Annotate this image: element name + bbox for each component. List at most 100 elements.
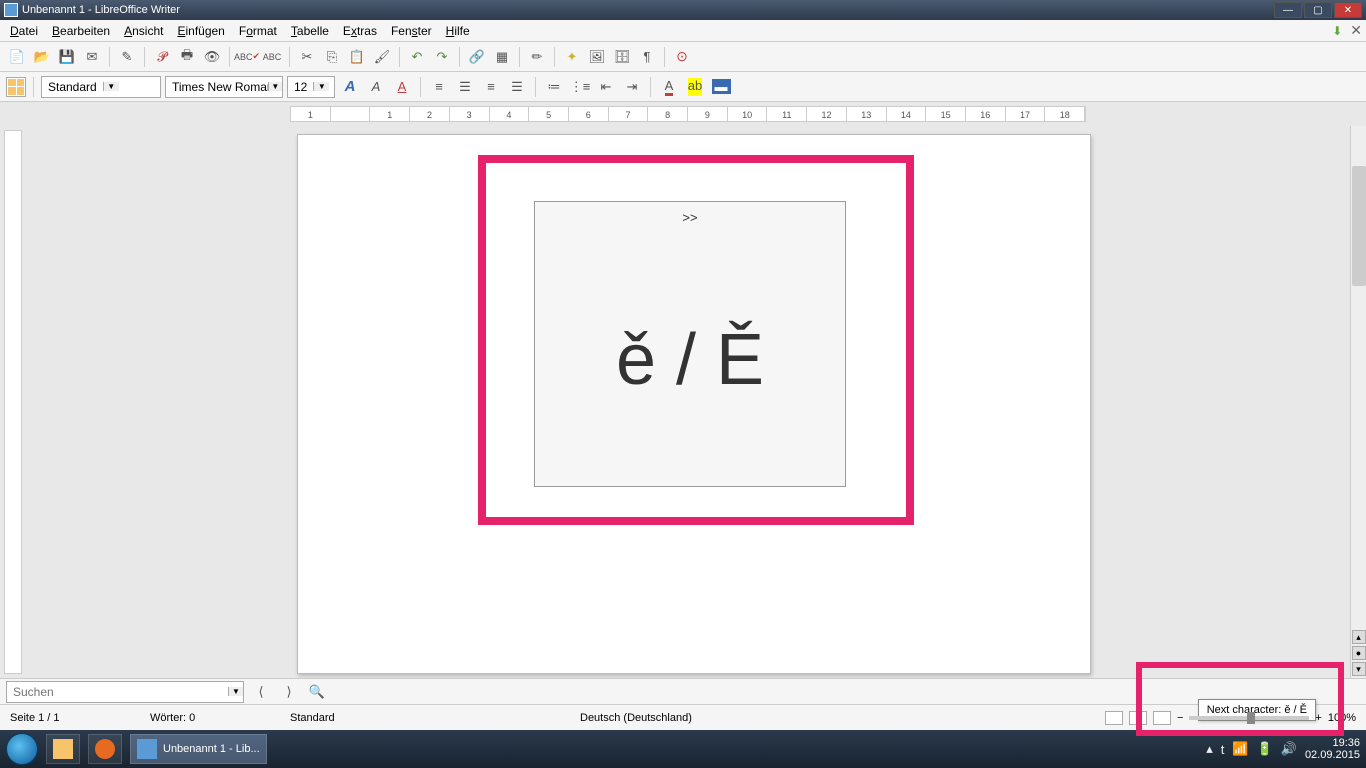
redo-button[interactable]: ↷ <box>431 46 453 68</box>
underline-button[interactable]: A <box>391 76 413 98</box>
numbered-list-button[interactable]: ≔ <box>543 76 565 98</box>
menu-edit[interactable]: Bearbeiten <box>46 22 116 40</box>
menu-window[interactable]: Fenster <box>385 22 438 40</box>
zoom-value[interactable]: 100% <box>1328 712 1356 724</box>
new-button[interactable]: 📄 <box>6 46 28 68</box>
align-justify-button[interactable]: ☰ <box>506 76 528 98</box>
format-paintbrush-button[interactable]: 🖌 <box>371 46 393 68</box>
zoom-in-button[interactable]: + <box>1315 712 1321 724</box>
menu-view[interactable]: Ansicht <box>118 22 169 40</box>
status-style: Standard <box>290 712 410 724</box>
view-single-button[interactable] <box>1105 711 1123 725</box>
clock-time: 19:36 <box>1305 737 1360 749</box>
background-color-button[interactable]: ▬ <box>710 76 732 98</box>
taskbar-libreoffice[interactable]: Unbenannt 1 - Lib... <box>130 734 267 764</box>
find-all-button[interactable]: 🔍 <box>306 681 328 703</box>
status-words: Wörter: 0 <box>150 712 270 724</box>
print-button[interactable]: 🖶 <box>176 46 198 68</box>
gallery-button[interactable]: 🖼 <box>586 46 608 68</box>
nonprinting-button[interactable]: ¶ <box>636 46 658 68</box>
highlight-button[interactable]: ab <box>684 76 706 98</box>
status-bar: Seite 1 / 1 Wörter: 0 Standard Deutsch (… <box>0 704 1366 730</box>
find-input[interactable]: ▼ <box>6 681 244 703</box>
edit-mode-button[interactable]: ✎ <box>116 46 138 68</box>
taskbar-firefox[interactable] <box>88 734 122 764</box>
spellcheck-button[interactable]: ABC✔ <box>236 46 258 68</box>
character-glyphs: ě / Ě <box>616 233 764 486</box>
vertical-ruler[interactable] <box>4 130 22 674</box>
table-button[interactable]: ▦ <box>491 46 513 68</box>
menu-help[interactable]: Hilfe <box>440 22 476 40</box>
update-icon[interactable]: ⬇ <box>1332 24 1342 38</box>
decrease-indent-button[interactable]: ⇤ <box>595 76 617 98</box>
zoom-out-button[interactable]: − <box>1177 712 1183 724</box>
find-prev-button[interactable]: ⟨ <box>250 681 272 703</box>
window-controls: — ▢ ✕ <box>1274 2 1362 18</box>
undo-button[interactable]: ↶ <box>406 46 428 68</box>
cut-button[interactable]: ✂ <box>296 46 318 68</box>
bold-button[interactable]: A <box>339 76 361 98</box>
vertical-scrollbar[interactable]: ▴ ● ▾ <box>1350 126 1366 678</box>
find-field[interactable] <box>7 685 228 699</box>
copy-button[interactable]: ⎘ <box>321 46 343 68</box>
help-button[interactable]: ⊙ <box>671 46 693 68</box>
autospell-button[interactable]: ABC <box>261 46 283 68</box>
drawing-button[interactable]: ✏ <box>526 46 548 68</box>
battery-icon[interactable]: 🔋 <box>1257 741 1273 757</box>
status-page: Seite 1 / 1 <box>10 712 130 724</box>
navigation-button[interactable]: ● <box>1352 646 1366 660</box>
taskbar-explorer[interactable] <box>46 734 80 764</box>
app-icon <box>4 3 18 17</box>
menu-extras[interactable]: Extras <box>337 22 383 40</box>
zoom-slider[interactable] <box>1189 716 1309 720</box>
view-book-button[interactable] <box>1153 711 1171 725</box>
window-title: Unbenannt 1 - LibreOffice Writer <box>22 4 180 16</box>
close-doc-button[interactable]: ✕ <box>1350 22 1362 39</box>
email-button[interactable]: ✉ <box>81 46 103 68</box>
close-button[interactable]: ✕ <box>1334 2 1362 18</box>
standard-toolbar: 📄 📂 💾 ✉ ✎ 𝓟 🖶 👁 ABC✔ ABC ✂ ⎘ 📋 🖌 ↶ ↷ 🔗 ▦… <box>0 42 1366 72</box>
paragraph-style-combo[interactable]: Standard▼ <box>41 76 161 98</box>
font-color-button[interactable]: A <box>658 76 680 98</box>
save-button[interactable]: 💾 <box>56 46 78 68</box>
start-button[interactable] <box>6 733 38 765</box>
align-left-button[interactable]: ≡ <box>428 76 450 98</box>
paste-button[interactable]: 📋 <box>346 46 368 68</box>
preview-button[interactable]: 👁 <box>201 46 223 68</box>
status-language[interactable]: Deutsch (Deutschland) <box>580 712 692 724</box>
italic-button[interactable]: A <box>365 76 387 98</box>
network-icon[interactable]: 📶 <box>1232 741 1248 757</box>
document-scroll[interactable]: >> ě / Ě <box>22 126 1366 678</box>
export-pdf-button[interactable]: 𝓟 <box>151 46 173 68</box>
menu-file[interactable]: Datei <box>4 22 44 40</box>
hyperlink-button[interactable]: 🔗 <box>466 46 488 68</box>
menu-format[interactable]: Format <box>233 22 283 40</box>
bullet-list-button[interactable]: ⋮≡ <box>569 76 591 98</box>
menu-table[interactable]: Tabelle <box>285 22 335 40</box>
open-button[interactable]: 📂 <box>31 46 53 68</box>
maximize-button[interactable]: ▢ <box>1304 2 1332 18</box>
font-name-combo[interactable]: Times New Roman▼ <box>165 76 283 98</box>
font-size-combo[interactable]: 12▼ <box>287 76 335 98</box>
minimize-button[interactable]: — <box>1274 2 1302 18</box>
align-center-button[interactable]: ☰ <box>454 76 476 98</box>
title-bar: Unbenannt 1 - LibreOffice Writer — ▢ ✕ <box>0 0 1366 20</box>
document-page[interactable]: >> ě / Ě <box>297 134 1091 674</box>
menu-insert[interactable]: Einfügen <box>171 22 230 40</box>
tray-app-icon[interactable]: t <box>1221 742 1225 757</box>
sidebar-toggle[interactable] <box>6 77 26 97</box>
volume-icon[interactable]: 🔊 <box>1281 741 1297 757</box>
annotation-highlight <box>478 155 914 525</box>
scrollbar-thumb[interactable] <box>1352 166 1366 286</box>
tray-chevron-icon[interactable]: ▴ <box>1206 741 1213 757</box>
increase-indent-button[interactable]: ⇥ <box>621 76 643 98</box>
datasources-button[interactable]: 🗄 <box>611 46 633 68</box>
page-up-button[interactable]: ▴ <box>1352 630 1366 644</box>
find-next-button[interactable]: ⟩ <box>278 681 300 703</box>
clock[interactable]: 19:36 02.09.2015 <box>1305 737 1360 761</box>
horizontal-ruler[interactable]: 1123456789101112131415161718 <box>290 106 1086 122</box>
view-multi-button[interactable] <box>1129 711 1147 725</box>
page-down-button[interactable]: ▾ <box>1352 662 1366 676</box>
align-right-button[interactable]: ≡ <box>480 76 502 98</box>
navigator-button[interactable]: ✦ <box>561 46 583 68</box>
